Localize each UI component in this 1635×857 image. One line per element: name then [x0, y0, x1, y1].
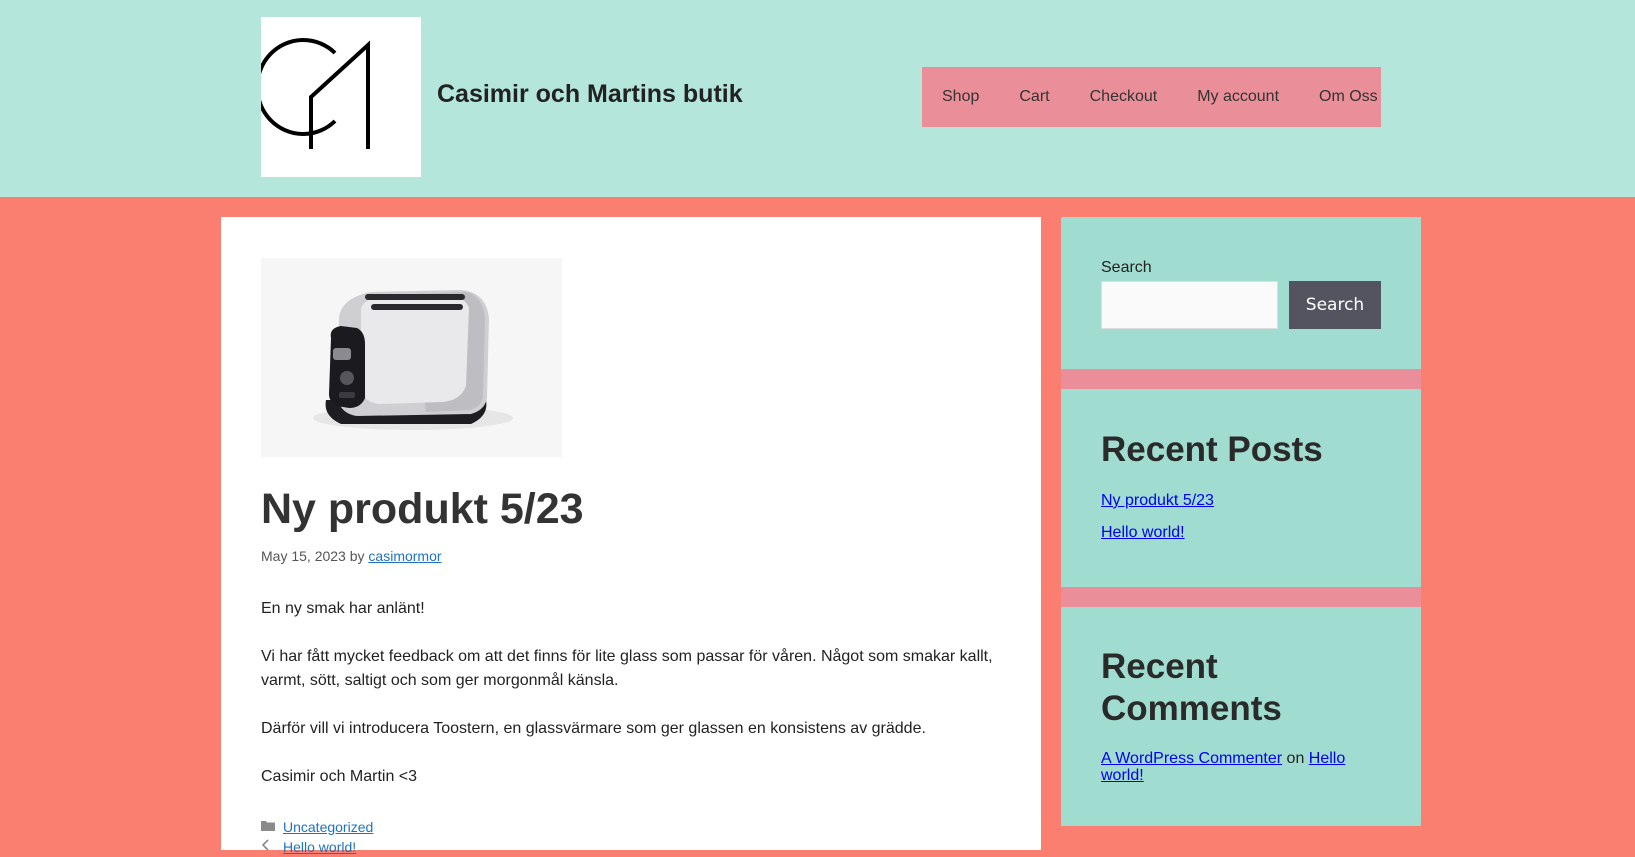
- search-input[interactable]: [1101, 281, 1278, 329]
- recent-posts-widget: Recent Posts Ny produkt 5/23 Hello world…: [1061, 389, 1421, 587]
- post-by-label: by: [349, 548, 365, 564]
- post-title: Ny produkt 5/23: [261, 485, 584, 533]
- nav-om-oss[interactable]: Om Oss: [1299, 67, 1398, 127]
- folder-icon: [261, 817, 283, 837]
- post-paragraph: Vi har fått mycket feedback om att det f…: [261, 648, 993, 689]
- recent-comments-widget: Recent Comments A WordPress Commenter on…: [1061, 607, 1421, 826]
- nav-checkout[interactable]: Checkout: [1070, 67, 1178, 127]
- post-author-link[interactable]: casimormor: [368, 548, 441, 564]
- post-content: En ny smak har anlänt! Vi har fått mycke…: [261, 597, 1001, 813]
- recent-post-link[interactable]: Ny produkt 5/23: [1101, 492, 1214, 509]
- comment-author-link[interactable]: A WordPress Commenter: [1101, 750, 1282, 767]
- prev-post-row: Hello world!: [261, 837, 373, 857]
- post-paragraph: En ny smak har anlänt!: [261, 600, 425, 617]
- site-logo[interactable]: [261, 17, 421, 177]
- site-title[interactable]: Casimir och Martins butik: [437, 80, 743, 109]
- site-header: Casimir och Martins butik Shop Cart Chec…: [0, 0, 1635, 197]
- search-label: Search: [1101, 259, 1152, 276]
- post-featured-image: [261, 258, 562, 457]
- nav-shop[interactable]: Shop: [922, 67, 999, 127]
- recent-post-link[interactable]: Hello world!: [1101, 524, 1185, 541]
- cm-logo-icon: [261, 38, 370, 149]
- post-category-row: Uncategorized: [261, 817, 373, 837]
- search-widget: Search Search: [1061, 217, 1421, 369]
- nav-my-account[interactable]: My account: [1177, 67, 1299, 127]
- comment-on-label: on: [1286, 750, 1305, 767]
- sidebar-divider: [1061, 369, 1421, 389]
- prev-post-link[interactable]: Hello world!: [283, 837, 356, 857]
- list-item: Ny produkt 5/23: [1101, 491, 1214, 523]
- recent-posts-title: Recent Posts: [1101, 430, 1323, 469]
- post-category-link[interactable]: Uncategorized: [283, 817, 373, 837]
- recent-comment: A WordPress Commenter on Hello world!: [1101, 750, 1371, 784]
- post-article: Ny produkt 5/23 May 15, 2023 by casimorm…: [221, 217, 1041, 855]
- recent-comments-title: Recent Comments: [1101, 647, 1282, 728]
- recent-posts-list: Ny produkt 5/23 Hello world!: [1101, 491, 1214, 555]
- post-footer: Uncategorized Hello world!: [261, 817, 373, 857]
- chevron-left-icon: [261, 837, 283, 857]
- post-date: May 15, 2023: [261, 548, 346, 564]
- search-button[interactable]: Search: [1289, 281, 1381, 329]
- toaster-image: [313, 290, 513, 430]
- main-navigation: Shop Cart Checkout My account Om Oss: [922, 67, 1381, 127]
- list-item: Hello world!: [1101, 523, 1214, 555]
- post-meta: May 15, 2023 by casimormor: [261, 548, 442, 564]
- post-paragraph: Därför vill vi introducera Toostern, en …: [261, 720, 926, 737]
- sidebar-divider: [1061, 587, 1421, 607]
- post-paragraph: Casimir och Martin <3: [261, 768, 418, 785]
- nav-cart[interactable]: Cart: [999, 67, 1069, 127]
